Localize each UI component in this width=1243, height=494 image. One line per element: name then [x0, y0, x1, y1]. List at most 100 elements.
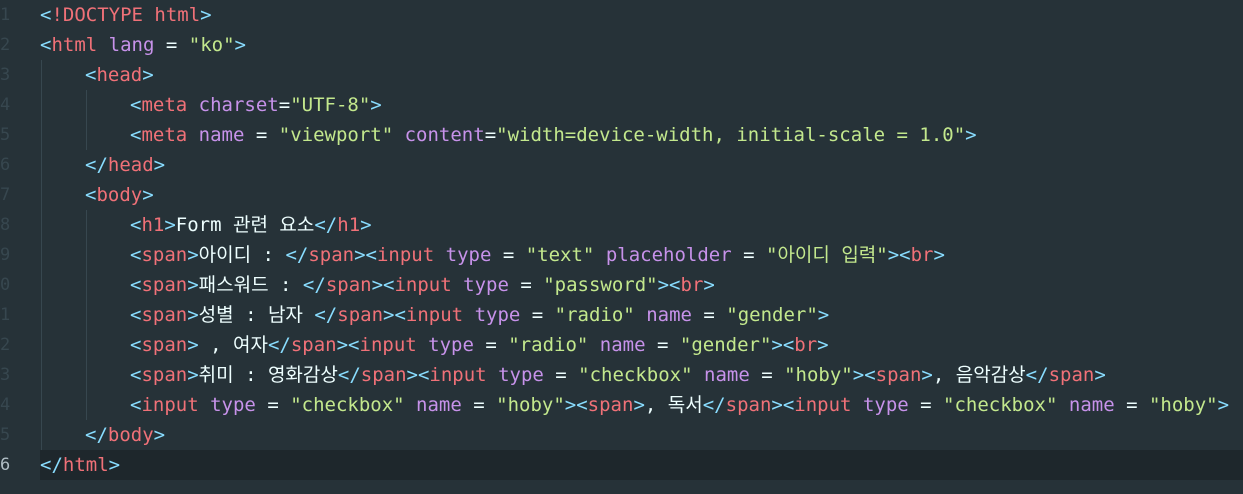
code-token: <	[130, 364, 142, 386]
code-token: >	[965, 124, 977, 146]
code-token: span	[141, 364, 188, 386]
code-token: 취미 : 영화감상	[198, 364, 338, 386]
code-editor[interactable]: 1234567890123456 <!DOCTYPE html> <html la…	[0, 0, 1243, 494]
code-token: >	[703, 274, 715, 296]
code-token: 성별 : 남자	[198, 304, 315, 326]
code-token: =	[691, 304, 727, 326]
code-token: =	[461, 394, 497, 416]
code-line[interactable]: <span>성별 : 남자 </span><input type = "radi…	[40, 300, 1243, 330]
code-token: "gender"	[679, 334, 772, 356]
line-number: 6	[0, 455, 11, 475]
code-token: br	[910, 244, 934, 266]
line-number: 0	[0, 275, 11, 295]
code-token: name	[704, 364, 750, 386]
code-line[interactable]: </html>	[40, 450, 1243, 480]
code-token: <	[130, 274, 142, 296]
code-line[interactable]: <input type = "checkbox" name = "hoby"><…	[40, 390, 1243, 420]
code-token: ><	[354, 244, 377, 266]
line-number: 3	[0, 65, 11, 85]
code-token: name	[646, 304, 692, 326]
code-token: "아이디 입력"	[766, 244, 888, 266]
code-token: name	[1068, 394, 1115, 416]
code-token: "checkbox"	[943, 394, 1058, 416]
code-token: input	[794, 394, 852, 416]
code-line[interactable]: <meta name = "viewport" content="width=d…	[40, 120, 1243, 150]
code-token: meta	[141, 124, 188, 146]
code-token: br	[794, 334, 818, 356]
code-line[interactable]: <head>	[40, 60, 1243, 90]
line-number: 8	[0, 215, 11, 235]
code-token: head	[96, 64, 143, 86]
code-token: input	[394, 274, 452, 296]
code-line[interactable]: </head>	[40, 150, 1243, 180]
code-token: >	[142, 184, 154, 206]
code-token: <	[130, 394, 142, 416]
code-token: html	[51, 34, 98, 56]
code-token: >	[633, 394, 645, 416]
code-line[interactable]: <span> , 여자</span><input type = "radio" …	[40, 330, 1243, 360]
code-token: =	[645, 334, 680, 356]
code-token: "width=device-width, initial-scale = 1.0…	[496, 124, 966, 146]
code-token: </	[1025, 364, 1049, 386]
code-token: head	[107, 154, 154, 176]
code-token: </	[337, 364, 361, 386]
code-line[interactable]: </body>	[40, 420, 1243, 450]
line-number: 3	[0, 365, 11, 385]
code-line[interactable]: <span>패스워드 : </span><input type = "passw…	[40, 270, 1243, 300]
code-token: =	[473, 334, 509, 356]
code-token: =	[508, 274, 544, 296]
code-token: >	[187, 244, 199, 266]
code-token: html	[62, 454, 109, 476]
code-token: "checkbox"	[290, 394, 405, 416]
code-line[interactable]: <span>아이디 : </span><input type = "text" …	[40, 240, 1243, 270]
code-token: </	[85, 424, 108, 446]
code-token: h1	[337, 214, 361, 236]
code-token: =	[484, 124, 497, 146]
code-token: body	[96, 184, 143, 206]
code-token: "radio"	[554, 304, 635, 326]
code-token: </	[302, 274, 326, 296]
line-number: 5	[0, 125, 11, 145]
code-line[interactable]: <html lang = "ko">	[40, 30, 1243, 60]
line-number: 2	[0, 35, 11, 55]
code-token: input	[405, 304, 464, 326]
code-token: <	[130, 244, 142, 266]
line-number: 9	[0, 245, 11, 265]
code-token: span	[141, 244, 188, 266]
code-token: >	[187, 274, 199, 296]
code-token: >	[153, 154, 166, 176]
line-number: 5	[0, 425, 11, 445]
code-token: "viewport"	[278, 124, 394, 146]
code-token: type	[862, 394, 909, 416]
code-line[interactable]: <body>	[40, 180, 1243, 210]
code-token: <	[40, 4, 52, 26]
code-token: type	[498, 364, 544, 386]
code-token: =	[278, 94, 291, 116]
code-token: >	[817, 304, 830, 326]
code-token: , 독서	[644, 394, 703, 416]
code-token: >	[164, 214, 176, 236]
code-token: ><	[336, 334, 360, 356]
code-token: 아이디 :	[198, 244, 286, 266]
code-line[interactable]: <meta charset="UTF-8">	[40, 90, 1243, 120]
code-line[interactable]: <!DOCTYPE html>	[40, 0, 1243, 30]
code-line[interactable]: <span>취미 : 영화감상</span><input type = "che…	[40, 360, 1243, 390]
code-token: "text"	[525, 244, 595, 266]
code-token: span	[141, 274, 188, 296]
code-line[interactable]: <h1>Form 관련 요소</h1>	[40, 210, 1243, 240]
code-token: "hoby"	[1148, 394, 1218, 416]
code-token: type	[445, 244, 492, 266]
code-token: =	[908, 394, 944, 416]
code-token: =	[244, 124, 279, 146]
code-token: name	[599, 334, 646, 356]
code-token: >	[933, 244, 945, 266]
code-token: >	[921, 364, 933, 386]
code-token: >	[817, 334, 829, 356]
code-token: >	[370, 94, 382, 116]
code-token: charset	[198, 94, 279, 116]
